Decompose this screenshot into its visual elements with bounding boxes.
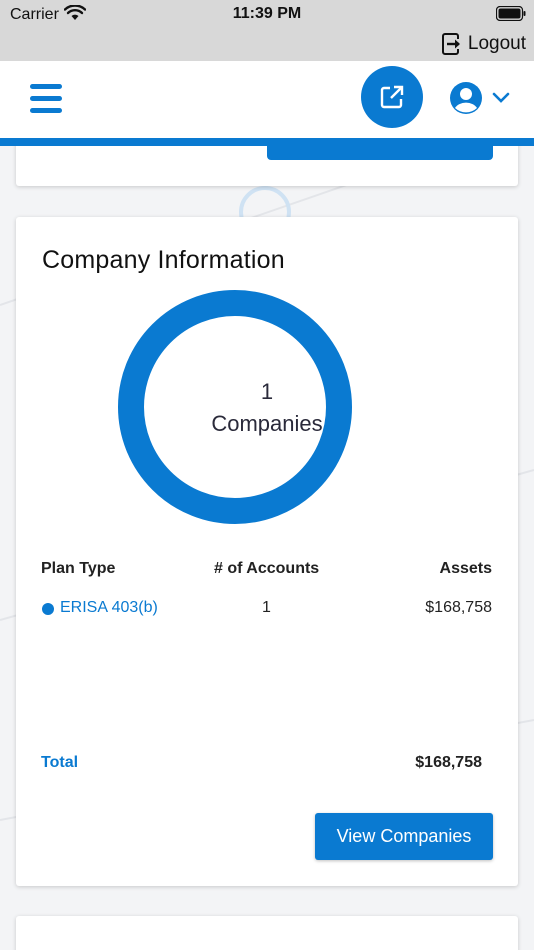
row-accounts: 1 bbox=[262, 599, 271, 616]
view-companies-button[interactable]: View Companies bbox=[315, 813, 493, 860]
external-link-button[interactable] bbox=[361, 66, 423, 128]
donut-label: Companies bbox=[211, 411, 323, 436]
hamburger-menu-icon[interactable] bbox=[30, 84, 62, 114]
header-assets: Assets bbox=[439, 560, 492, 577]
total-value: $168,758 bbox=[415, 754, 482, 771]
next-card bbox=[16, 916, 518, 950]
status-bar: Carrier 11:39 PM bbox=[0, 0, 534, 28]
logout-label: Logout bbox=[467, 33, 526, 54]
chevron-down-icon bbox=[492, 92, 510, 103]
external-link-icon bbox=[380, 85, 404, 109]
total-label: Total bbox=[41, 754, 79, 771]
plan-type-link[interactable]: ERISA 403(b) bbox=[60, 599, 158, 617]
donut-ring bbox=[118, 290, 352, 524]
user-avatar-icon bbox=[450, 82, 482, 114]
user-menu-button[interactable] bbox=[448, 80, 510, 116]
companies-donut-chart bbox=[118, 290, 352, 524]
status-time: 11:39 PM bbox=[232, 5, 302, 22]
plan-color-dot bbox=[42, 603, 54, 615]
previous-card-button[interactable] bbox=[267, 146, 493, 160]
logout-bar: Logout bbox=[0, 28, 534, 61]
card-title: Company Information bbox=[42, 246, 285, 274]
battery-icon bbox=[496, 6, 526, 21]
donut-count: 1 bbox=[260, 379, 274, 404]
company-information-card: Company Information 1 Companies Plan Typ… bbox=[16, 217, 518, 886]
logout-icon bbox=[441, 33, 460, 55]
row-assets: $168,758 bbox=[425, 599, 492, 616]
logout-button[interactable]: Logout bbox=[441, 31, 526, 57]
header-accounts: # of Accounts bbox=[214, 560, 320, 577]
header-stripe bbox=[0, 138, 534, 146]
header-plan-type: Plan Type bbox=[41, 560, 116, 577]
app-header bbox=[0, 61, 534, 138]
table-row: ERISA 403(b) 1 $168,758 bbox=[16, 599, 518, 623]
